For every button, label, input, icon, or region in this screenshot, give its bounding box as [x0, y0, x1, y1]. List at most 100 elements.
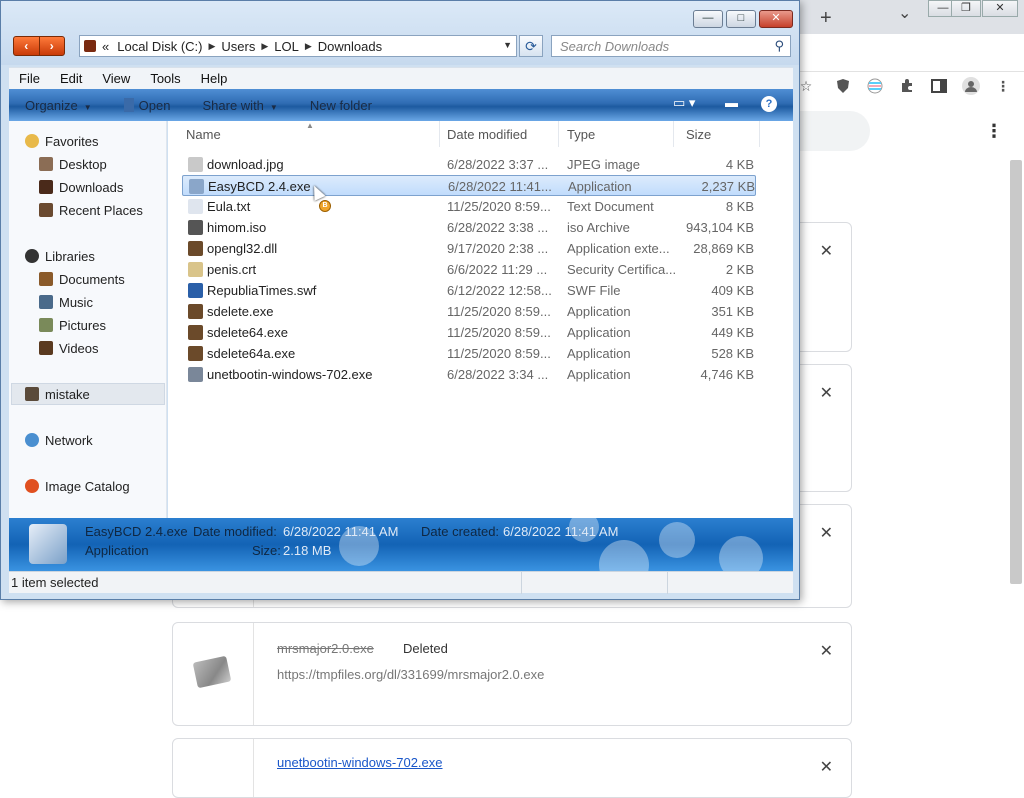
- file-size: 351 KB: [711, 304, 754, 319]
- file-row[interactable]: sdelete.exe 11/25/2020 8:59... Application…: [182, 301, 756, 322]
- file-size: 943,104 KB: [686, 220, 754, 235]
- file-row[interactable]: unetbootin-windows-702.exe 6/28/2022 3:34…: [182, 364, 756, 385]
- details-size: 2.18 MB: [283, 543, 332, 558]
- file-icon: [188, 199, 203, 214]
- file-name: unetbootin-windows-702.exe: [207, 367, 373, 382]
- file-row[interactable]: RepubliaTimes.swf 6/12/2022 12:58... SWF F…: [182, 280, 756, 301]
- open-label: Open: [138, 97, 171, 113]
- file-date-modified: 9/17/2020 2:38 ...: [447, 241, 549, 256]
- menu-help[interactable]: Help: [191, 71, 238, 86]
- profile-icon[interactable]: [962, 77, 980, 95]
- nav-image-catalog[interactable]: Image Catalog: [25, 476, 130, 496]
- file-row[interactable]: himom.iso 6/28/2022 3:38 ... iso Archive 94…: [182, 217, 756, 238]
- close-button[interactable]: ✕: [759, 10, 793, 28]
- more-actions-icon[interactable]: ⋮: [985, 122, 1003, 140]
- nav-favorites-label: Favorites: [45, 133, 99, 149]
- explorer-title-bar[interactable]: — □ ✕ ‹ › « Local Disk (C:) ▶ Users ▶ LO…: [1, 1, 799, 65]
- search-input[interactable]: Search Downloads ⚲: [551, 35, 791, 57]
- nav-videos-label: Videos: [59, 340, 99, 356]
- nav-recent-places[interactable]: Recent Places: [39, 200, 143, 220]
- maximize-button[interactable]: □: [726, 10, 756, 28]
- chevron-down-icon: ▼: [83, 102, 92, 112]
- breadcrumb-separator[interactable]: ▶: [261, 41, 268, 52]
- download-filename: mrsmajor2.0.exe: [277, 641, 374, 656]
- nav-desktop[interactable]: Desktop: [39, 154, 107, 174]
- refresh-icon[interactable]: ⟳: [519, 35, 543, 57]
- puzzle-icon[interactable]: [898, 77, 916, 95]
- file-icon: [189, 179, 204, 194]
- file-row[interactable]: sdelete64a.exe 11/25/2020 8:59... Applicat…: [182, 343, 756, 364]
- breadcrumb-lol[interactable]: LOL: [274, 39, 299, 54]
- download-url[interactable]: https://tmpfiles.org/dl/331699/mrsmajor2…: [277, 667, 544, 682]
- search-icon[interactable]: ⚲: [774, 38, 784, 54]
- details-pane: EasyBCD 2.4.exe Date modified: 6/28/2022…: [9, 518, 793, 571]
- back-button[interactable]: ‹: [14, 37, 39, 55]
- nav-documents[interactable]: Documents: [39, 269, 125, 289]
- file-row[interactable]: EasyBCD 2.4.exe 6/28/2022 11:41... Applica…: [182, 175, 756, 196]
- view-options-icon[interactable]: ▭ ▾: [673, 95, 695, 111]
- nav-videos[interactable]: Videos: [39, 338, 99, 358]
- column-header-date[interactable]: Date modified: [439, 121, 559, 147]
- new-folder-button[interactable]: New folder: [294, 98, 388, 113]
- file-name: penis.crt: [207, 262, 257, 277]
- tab-search-button[interactable]: ⌄: [898, 6, 911, 22]
- chevron-down-icon[interactable]: ▼: [503, 40, 512, 50]
- menu-view[interactable]: View: [92, 71, 140, 86]
- remove-download-button[interactable]: ✕: [820, 641, 833, 661]
- help-icon[interactable]: ?: [761, 96, 777, 112]
- forward-button[interactable]: ›: [38, 37, 65, 55]
- side-panel-icon[interactable]: [930, 77, 948, 95]
- nav-mistake[interactable]: mistake: [25, 384, 90, 404]
- file-row[interactable]: Eula.txt 11/25/2020 8:59... Text Document 8…: [182, 196, 756, 217]
- file-row[interactable]: sdelete64.exe 11/25/2020 8:59... Applicati…: [182, 322, 756, 343]
- nav-music[interactable]: Music: [39, 292, 93, 312]
- downloads-folder-icon: [39, 180, 53, 194]
- file-icon: [188, 367, 203, 382]
- remove-download-button[interactable]: ✕: [820, 757, 833, 777]
- menu-file[interactable]: File: [9, 71, 50, 86]
- address-bar[interactable]: « Local Disk (C:) ▶ Users ▶ LOL ▶ Downlo…: [79, 35, 517, 57]
- details-date-created-label: Date created:: [421, 524, 500, 539]
- nav-downloads[interactable]: Downloads: [39, 177, 123, 197]
- address-overflow[interactable]: «: [102, 39, 109, 54]
- file-row[interactable]: penis.crt 6/6/2022 11:29 ... Security Cert…: [182, 259, 756, 280]
- remove-download-button[interactable]: ✕: [820, 383, 833, 403]
- pictures-icon: [39, 318, 53, 332]
- flag-icon[interactable]: [866, 77, 884, 95]
- menu-edit[interactable]: Edit: [50, 71, 92, 86]
- nav-libraries[interactable]: Libraries: [25, 246, 95, 266]
- minimize-button[interactable]: —: [693, 10, 723, 28]
- menu-tools[interactable]: Tools: [140, 71, 190, 86]
- file-date-modified: 6/6/2022 11:29 ...: [447, 262, 548, 277]
- column-header-size[interactable]: Size: [678, 121, 760, 147]
- page-scrollbar-thumb[interactable]: [1010, 160, 1022, 584]
- breadcrumb-separator[interactable]: ▶: [208, 41, 215, 52]
- breadcrumb-separator[interactable]: ▶: [305, 41, 312, 52]
- details-date-modified-label: Date modified:: [193, 524, 277, 539]
- nav-pictures[interactable]: Pictures: [39, 315, 106, 335]
- column-header-type[interactable]: Type: [559, 121, 674, 147]
- chevron-down-icon: ▼: [269, 102, 278, 112]
- breadcrumb-downloads[interactable]: Downloads: [318, 39, 382, 54]
- chrome-maximize-button[interactable]: ❐: [951, 0, 981, 17]
- chrome-close-button[interactable]: ✕: [982, 0, 1018, 17]
- breadcrumb-local-disk[interactable]: Local Disk (C:): [117, 39, 202, 54]
- remove-download-button[interactable]: ✕: [820, 241, 833, 261]
- breadcrumb-users[interactable]: Users: [221, 39, 255, 54]
- menu-icon[interactable]: ⋮: [994, 77, 1012, 95]
- file-row[interactable]: download.jpg 6/28/2022 3:37 ... JPEG image…: [182, 154, 756, 175]
- new-tab-button[interactable]: +: [820, 8, 832, 28]
- libraries-icon: [25, 249, 39, 263]
- file-row[interactable]: opengl32.dll 9/17/2020 2:38 ... Applicatio…: [182, 238, 756, 259]
- organize-button[interactable]: Organize ▼: [9, 98, 108, 113]
- nav-network-label: Network: [45, 432, 93, 448]
- nav-network[interactable]: Network: [25, 430, 93, 450]
- nav-favorites[interactable]: Favorites: [25, 131, 98, 151]
- share-with-button[interactable]: Share with ▼: [186, 98, 293, 113]
- file-date-modified: 11/25/2020 8:59...: [447, 346, 551, 361]
- file-type: JPEG image: [567, 157, 640, 172]
- open-button[interactable]: Open: [108, 97, 187, 113]
- shield-icon[interactable]: [834, 77, 852, 95]
- remove-download-button[interactable]: ✕: [820, 523, 833, 543]
- preview-pane-icon[interactable]: ▬: [725, 95, 738, 110]
